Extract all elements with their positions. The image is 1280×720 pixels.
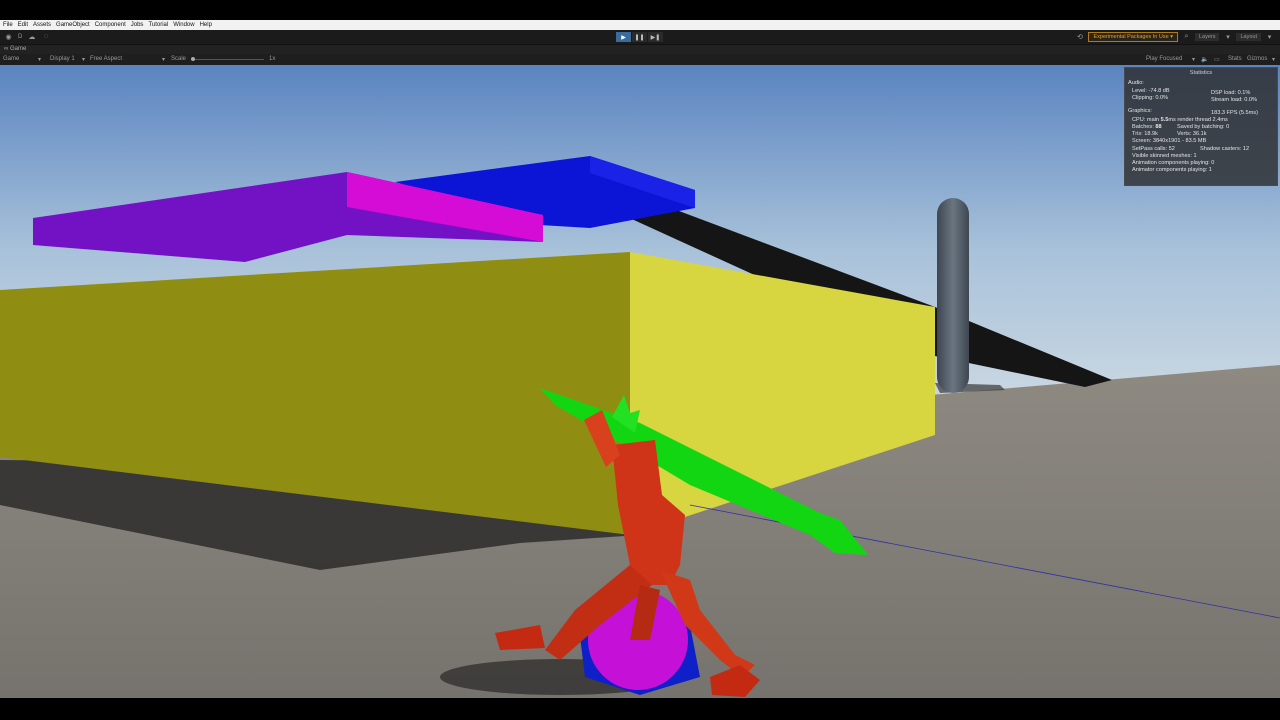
stats-cpu-label: CPU: main xyxy=(1132,117,1161,123)
scale-slider-handle[interactable] xyxy=(191,57,195,61)
stats-shadow-casters: Shadow casters: 12 xyxy=(1200,146,1250,152)
gamepad-icon: ∞ xyxy=(4,46,9,52)
gizmos-toggle[interactable]: Gizmos xyxy=(1247,56,1267,62)
menu-tutorial[interactable]: Tutorial xyxy=(145,22,170,28)
stats-title: Statistics xyxy=(1189,70,1213,76)
search-icon[interactable]: ⌕ xyxy=(1182,33,1191,42)
play-controls: ▶ ❚❚ ▶❚ xyxy=(616,32,663,42)
menu-jobs[interactable]: Jobs xyxy=(128,22,146,28)
display-select[interactable]: Display 1 xyxy=(50,56,75,62)
stats-cpu-render: ms render thread 2.4ms xyxy=(1168,117,1228,123)
chevron-down-icon: ▾ xyxy=(1226,34,1230,41)
game-viewport[interactable] xyxy=(0,65,1280,698)
menu-assets[interactable]: Assets xyxy=(30,22,53,28)
stats-audio-header: Audio: xyxy=(1128,80,1144,86)
chevron-down-icon: ▾ xyxy=(82,57,86,63)
play-mode-select[interactable]: Play Focused xyxy=(1146,56,1182,62)
account-icon[interactable]: ◉ xyxy=(4,32,13,41)
stats-toggle[interactable]: Stats xyxy=(1228,56,1242,62)
experimental-packages-button[interactable]: Experimental Packages In Use ▾ xyxy=(1088,32,1178,42)
stats-batches-value: 88 xyxy=(1155,124,1162,130)
account-initial[interactable]: D xyxy=(18,34,22,40)
game-view-toolbar: Game ▾ Display 1 ▾ Free Aspect ▾ Scale 1… xyxy=(0,54,1280,65)
stats-clipping: Clipping: 0.0% xyxy=(1132,95,1169,101)
tab-game[interactable]: ∞ Game xyxy=(4,46,26,52)
menu-bar: File Edit Assets GameObject Component Jo… xyxy=(0,20,1280,30)
statistics-panel: Statistics Audio: Level: -74.8 dB Clippi… xyxy=(1124,67,1278,186)
chevron-down-icon: ▾ xyxy=(1267,34,1272,41)
tab-game-label: Game xyxy=(9,46,27,52)
play-button[interactable]: ▶ xyxy=(616,32,631,42)
layers-dropdown[interactable]: Layers xyxy=(1194,33,1220,41)
main-toolbar: ◉ D ☁ ◌ ▶ ❚❚ ▶❚ ⟲ Experimental Packages … xyxy=(0,30,1280,45)
menu-window[interactable]: Window xyxy=(170,22,196,28)
stats-stream-load: Stream load: 0.0% xyxy=(1211,97,1258,103)
stats-animator: Animator components playing: 1 xyxy=(1132,167,1212,173)
display-settings-icon[interactable]: ▭ xyxy=(1214,56,1220,63)
stats-batches-label: Batches: xyxy=(1132,124,1156,130)
scale-slider-track[interactable] xyxy=(192,59,264,60)
menu-edit[interactable]: Edit xyxy=(15,22,30,28)
chevron-down-icon: ▾ xyxy=(162,57,166,63)
game-scene xyxy=(0,65,1280,698)
menu-file[interactable]: File xyxy=(0,22,15,28)
step-button[interactable]: ▶❚ xyxy=(648,32,663,42)
chevron-down-icon: ▾ xyxy=(38,57,42,63)
cloud-icon[interactable]: ☁ xyxy=(27,32,36,41)
scale-value: 1x xyxy=(269,56,276,62)
mute-audio-icon[interactable]: 🔈 xyxy=(1201,56,1208,63)
menu-gameobject[interactable]: GameObject xyxy=(53,22,92,28)
stats-graphics-header: Graphics: xyxy=(1128,108,1152,114)
chevron-down-icon: ▾ xyxy=(1272,57,1276,63)
top-letterbox xyxy=(0,0,1280,20)
stats-screen: Screen: 3840x1901 - 83.5 MB xyxy=(1132,138,1207,144)
bottom-letterbox xyxy=(0,698,1280,720)
collab-icon[interactable]: ◌ xyxy=(41,32,50,41)
view-select[interactable]: Game xyxy=(3,56,19,62)
tab-row: ∞ Game xyxy=(0,45,1280,54)
history-icon[interactable]: ⟲ xyxy=(1075,33,1084,42)
menu-component[interactable]: Component xyxy=(92,22,128,28)
chevron-down-icon: ▾ xyxy=(1192,57,1196,63)
layout-dropdown[interactable]: Layout xyxy=(1236,33,1261,41)
scale-label: Scale xyxy=(171,56,187,62)
menu-help[interactable]: Help xyxy=(197,22,214,28)
aspect-select[interactable]: Free Aspect xyxy=(90,56,122,62)
gray-capsule xyxy=(937,198,969,393)
pause-button[interactable]: ❚❚ xyxy=(632,32,647,42)
